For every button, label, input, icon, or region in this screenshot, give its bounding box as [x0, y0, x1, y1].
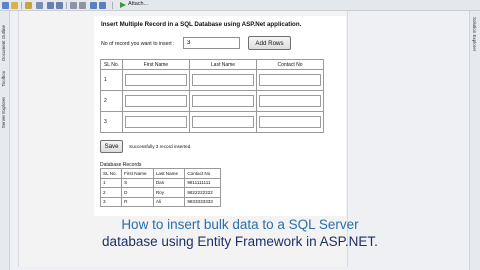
save-all-icon[interactable] [56, 2, 63, 9]
table-cell: 9811111111 [184, 177, 221, 188]
nav-back-icon[interactable] [36, 2, 43, 9]
caption-line-1: How to insert bulk data to a SQL Server [121, 217, 359, 232]
contact-no-cell [256, 111, 324, 133]
table-cell: Roy [152, 187, 186, 198]
contact-no-input[interactable] [259, 94, 321, 107]
column-header: SL No. [100, 59, 123, 70]
attach-button[interactable]: Attach... [128, 1, 148, 7]
first-name-cell [122, 90, 190, 112]
toolbar-separator [66, 2, 67, 9]
first-name-input[interactable] [125, 94, 187, 107]
contact-no-input[interactable] [259, 73, 321, 86]
toolbar-separator [21, 2, 22, 9]
column-header: SL No. [99, 168, 123, 179]
start-debug-icon[interactable] [120, 2, 126, 8]
web-page: Insert Multiple Record in a SQL Database… [94, 16, 346, 216]
column-header: Last Name [189, 59, 257, 70]
column-header: Contact No [184, 168, 221, 179]
database-records-table: SL No. First Name Last Name Contact No 1… [99, 168, 221, 207]
save-button[interactable]: Save [100, 140, 123, 153]
caption-line-2: database using Entity Framework in ASP.N… [102, 234, 378, 249]
table-cell: 1 [99, 177, 123, 188]
table-row: 2 [100, 90, 324, 112]
table-row: 1 [100, 69, 324, 91]
entry-table: SL No. First Name Last Name Contact No 1… [100, 59, 324, 133]
entry-header-row: SL No. First Name Last Name Contact No [100, 59, 324, 70]
column-header: Contact No [256, 59, 324, 70]
column-header: First Name [121, 168, 154, 179]
first-name-cell [122, 111, 190, 133]
server-explorer-tab[interactable]: Server Explorer [1, 97, 6, 128]
save-icon[interactable] [47, 2, 54, 9]
first-name-input[interactable] [125, 73, 187, 86]
first-name-input[interactable] [125, 115, 187, 128]
page-title: Insert Multiple Record in a SQL Database… [101, 21, 302, 28]
column-header: Last Name [152, 168, 186, 179]
table-cell: 2 [99, 187, 123, 198]
sl-no-cell: 1 [100, 69, 123, 91]
table-row: 3 [100, 111, 324, 133]
last-name-input[interactable] [192, 94, 254, 107]
table-cell: Ali [152, 196, 186, 207]
last-name-cell [189, 90, 257, 112]
column-header: First Name [122, 59, 190, 70]
undo-icon[interactable] [90, 2, 97, 9]
contact-no-cell [256, 90, 324, 112]
open-folder-icon[interactable] [11, 2, 18, 9]
last-name-input[interactable] [192, 73, 254, 86]
db-header-row: SL No. First Name Last Name Contact No [99, 168, 221, 179]
ide-toolbar: Attach... [0, 0, 480, 11]
record-count-label: No of record you want to insert : [101, 41, 175, 47]
table-cell: 9822222222 [184, 187, 221, 198]
cut-icon[interactable] [70, 2, 77, 9]
folder-icon[interactable] [25, 2, 32, 9]
contact-no-input[interactable] [259, 115, 321, 128]
solution-explorer-tab[interactable]: Solution Explorer [472, 17, 477, 51]
last-name-cell [189, 69, 257, 91]
table-row: 3 R Ali 9833333333 [99, 196, 221, 207]
table-cell: D [121, 187, 154, 198]
table-cell: Das [152, 177, 186, 188]
status-message: Successfully 3 record inserted. [129, 144, 192, 149]
table-row: 2 D Roy 9822222222 [99, 187, 221, 198]
table-cell: R [121, 196, 154, 207]
first-name-cell [122, 69, 190, 91]
toolbar-separator [112, 2, 113, 9]
contact-no-cell [256, 69, 324, 91]
record-count-input[interactable] [183, 37, 240, 49]
table-row: 1 S Das 9811111111 [99, 177, 221, 188]
sl-no-cell: 2 [100, 90, 123, 112]
add-rows-button[interactable]: Add Rows [248, 36, 291, 50]
table-cell: 3 [99, 196, 123, 207]
table-cell: S [121, 177, 154, 188]
document-outline-tab[interactable]: Document Outline [1, 25, 6, 61]
toolbox-tab[interactable]: Toolbox [1, 71, 6, 87]
last-name-cell [189, 111, 257, 133]
sl-no-cell: 3 [100, 111, 123, 133]
copy-icon[interactable] [79, 2, 86, 9]
redo-icon[interactable] [99, 2, 106, 9]
new-file-icon[interactable] [2, 2, 9, 9]
last-name-input[interactable] [192, 115, 254, 128]
table-cell: 9833333333 [184, 196, 221, 207]
